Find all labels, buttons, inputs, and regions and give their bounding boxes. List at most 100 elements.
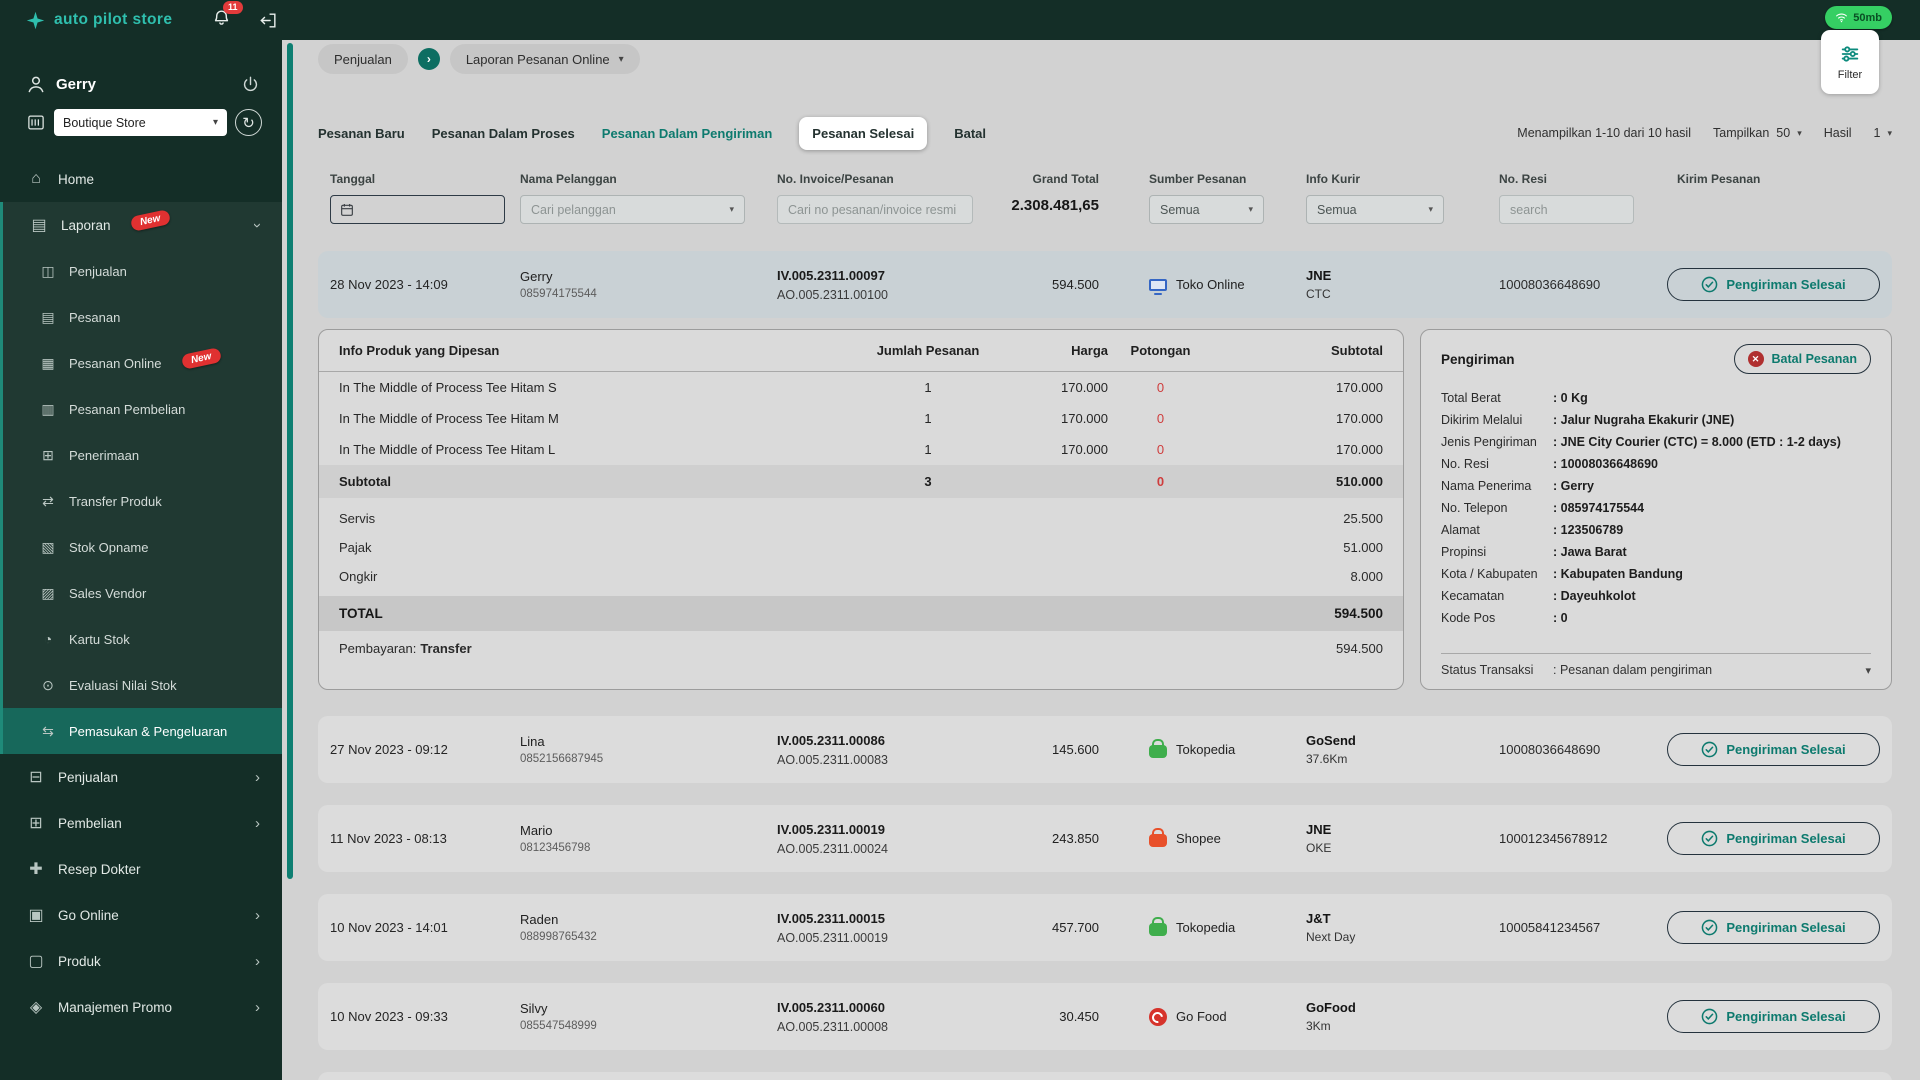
invoice-search-input[interactable] bbox=[777, 195, 973, 224]
tabs: Pesanan Baru Pesanan Dalam Proses Pesana… bbox=[318, 117, 986, 150]
pengiriman-selesai-button[interactable]: Pengiriman Selesai bbox=[1667, 268, 1880, 301]
filter-row: Tanggal Nama Pelanggan Cari pelanggan ▾ … bbox=[318, 171, 1892, 224]
tab[interactable]: Pesanan Dalam Pengiriman bbox=[602, 126, 773, 141]
stock-value-report-icon: ⊙ bbox=[39, 677, 57, 694]
products-title: Info Produk yang Dipesan bbox=[339, 343, 868, 358]
total-row: TOTAL 594.500 bbox=[319, 596, 1403, 631]
status-value: Pesanan dalam pengiriman bbox=[1553, 663, 1712, 677]
gofood-icon bbox=[1149, 1008, 1167, 1026]
chevron-down-icon: › bbox=[250, 223, 265, 228]
notification-badge: 11 bbox=[223, 1, 243, 14]
tracking-number: 10005841234567 bbox=[1455, 920, 1655, 935]
sidebar-subitem[interactable]: ▥ Pesanan Pembelian bbox=[3, 386, 282, 432]
shipping-field: Kota / Kabupaten Kabupaten Bandung bbox=[1441, 563, 1871, 585]
pengiriman-selesai-label: Pengiriman Selesai bbox=[1726, 1009, 1845, 1024]
shipping-field-value: 0 Kg bbox=[1553, 387, 1588, 409]
shipping-field: Kecamatan Dayeuhkolot bbox=[1441, 585, 1871, 607]
store-selector[interactable]: Boutique Store ▾ bbox=[54, 109, 227, 136]
sidebar-subitem[interactable]: ▤ Pesanan bbox=[3, 294, 282, 340]
order-row-selected[interactable]: 28 Nov 2023 - 14:09 Gerry 085974175544 I… bbox=[318, 251, 1892, 318]
sidebar-item-home[interactable]: ⌂ Home bbox=[0, 156, 282, 202]
status-transaksi-select[interactable]: Status Transaksi Pesanan dalam pengirima… bbox=[1441, 654, 1871, 677]
tab[interactable]: Pesanan Dalam Proses bbox=[432, 126, 575, 141]
logout-power-button[interactable] bbox=[241, 75, 260, 94]
courier-select[interactable]: Semua ▾ bbox=[1306, 195, 1444, 224]
tab[interactable]: Pesanan Baru bbox=[318, 126, 405, 141]
resi-search-input[interactable] bbox=[1499, 195, 1634, 224]
sidebar-item[interactable]: ▢ Produk › bbox=[0, 938, 282, 984]
produk-icon: ▢ bbox=[26, 951, 46, 971]
pengiriman-selesai-button[interactable]: Pengiriman Selesai bbox=[1667, 911, 1880, 944]
stock-card-report-icon: ◔ bbox=[39, 631, 57, 647]
sidebar-item[interactable]: ▣ Go Online › bbox=[0, 892, 282, 938]
source-select[interactable]: Semua ▾ bbox=[1149, 195, 1264, 224]
pengiriman-selesai-button[interactable]: Pengiriman Selesai bbox=[1667, 733, 1880, 766]
tab[interactable]: Batal bbox=[954, 126, 986, 141]
new-badge: New bbox=[129, 209, 170, 232]
fee-row: Pajak 51.000 bbox=[319, 533, 1403, 562]
sidebar-subitem[interactable]: ⇆ Pemasukan & Pengeluaran bbox=[3, 708, 282, 754]
courier-name: JNE bbox=[1306, 268, 1455, 283]
breadcrumb-penjualan[interactable]: Penjualan bbox=[318, 44, 408, 74]
order-row[interactable]: 10 Nov 2023 - 09:33 Silvy 085547548999 I… bbox=[318, 983, 1892, 1050]
chevron-down-icon: ▾ bbox=[1887, 128, 1892, 139]
payment-label: Pembayaran: bbox=[339, 641, 416, 656]
breadcrumb-laporan-pesanan-online[interactable]: Laporan Pesanan Online ▾ bbox=[450, 44, 640, 74]
products-table-header: Info Produk yang Dipesan Jumlah Pesanan … bbox=[319, 330, 1403, 372]
sidebar-subitem[interactable]: ⊞ Penerimaan bbox=[3, 432, 282, 478]
order-row[interactable]: 27 Nov 2023 - 09:12 Lina 0852156687945 I… bbox=[318, 716, 1892, 783]
filter-button[interactable]: Filter bbox=[1821, 30, 1879, 94]
sidebar-item[interactable]: ◈ Manajemen Promo › bbox=[0, 984, 282, 1030]
tab[interactable]: Pesanan Selesai bbox=[799, 117, 927, 150]
shipping-field-label: Kode Pos bbox=[1441, 607, 1553, 629]
sidebar-item[interactable]: ✚ Resep Dokter bbox=[0, 846, 282, 892]
pengiriman-selesai-button[interactable]: Pengiriman Selesai bbox=[1667, 1000, 1880, 1033]
sidebar-subitem[interactable]: ▦ Pesanan Online New bbox=[3, 340, 282, 386]
order-row[interactable]: 11 Nov 2023 - 08:13 Mario 08123456798 IV… bbox=[318, 805, 1892, 872]
sidebar-item[interactable]: ⊞ Pembelian › bbox=[0, 800, 282, 846]
courier-service: 37.6Km bbox=[1306, 752, 1455, 766]
fee-value: 8.000 bbox=[1213, 569, 1383, 584]
shipping-field-value: Kabupaten Bandung bbox=[1553, 563, 1683, 585]
sidebar-subitem[interactable]: ▧ Stok Opname bbox=[3, 524, 282, 570]
results-bar: Menampilkan 1-10 dari 10 hasil Tampilkan… bbox=[1517, 126, 1892, 140]
sidebar-subitem[interactable]: ▨ Sales Vendor bbox=[3, 570, 282, 616]
shipping-title: Pengiriman bbox=[1441, 352, 1515, 367]
fee-row: Servis 25.500 bbox=[319, 504, 1403, 533]
sidebar-item-laporan[interactable]: ▤ Laporan New › bbox=[3, 202, 282, 248]
order-date: 28 Nov 2023 - 14:09 bbox=[330, 277, 520, 292]
product-name: In The Middle of Process Tee Hitam M bbox=[339, 411, 868, 426]
shipping-fields: Total Berat 0 Kg Dikirim Melalui Jalur N… bbox=[1441, 387, 1871, 629]
sidebar-subitem[interactable]: ⊙ Evaluasi Nilai Stok bbox=[3, 662, 282, 708]
shopee-icon bbox=[1149, 834, 1167, 847]
sidebar-item-label: Resep Dokter bbox=[58, 862, 141, 877]
receiving-report-icon: ⊞ bbox=[39, 447, 57, 464]
user-name: Gerry bbox=[56, 76, 96, 93]
date-input[interactable] bbox=[330, 195, 505, 224]
logout-icon[interactable] bbox=[259, 11, 278, 30]
sidebar-subitem-label: Pesanan bbox=[69, 310, 120, 325]
connection-badge-label: 50mb bbox=[1853, 12, 1882, 24]
sidebar-subitem[interactable]: ◔ Kartu Stok bbox=[3, 616, 282, 662]
batal-pesanan-button[interactable]: ✕ Batal Pesanan bbox=[1734, 344, 1871, 374]
per-page-select[interactable]: Tampilkan 50 ▾ bbox=[1713, 126, 1802, 140]
shipping-field: No. Resi 10008036648690 bbox=[1441, 453, 1871, 475]
scrollbar-thumb[interactable] bbox=[287, 43, 293, 879]
power-icon bbox=[241, 75, 260, 94]
customer-select[interactable]: Cari pelanggan ▾ bbox=[520, 195, 745, 224]
pengiriman-selesai-button[interactable]: Pengiriman Selesai bbox=[1667, 822, 1880, 855]
sidebar-subitem[interactable]: ◫ Penjualan bbox=[3, 248, 282, 294]
sidebar-subitem[interactable]: ⇄ Transfer Produk bbox=[3, 478, 282, 524]
order-row[interactable]: 10 Nov 2023 - 14:01 Raden 088998765432 I… bbox=[318, 894, 1892, 961]
page-select[interactable]: 1 ▾ bbox=[1874, 126, 1892, 140]
refresh-button[interactable]: ↻ bbox=[235, 109, 262, 136]
notifications-button[interactable]: 11 bbox=[212, 8, 231, 32]
cancel-x-icon: ✕ bbox=[1748, 351, 1764, 367]
courier-service: OKE bbox=[1306, 841, 1455, 855]
status-label: Status Transaksi bbox=[1441, 663, 1553, 677]
brand[interactable]: auto pilot store bbox=[26, 11, 172, 30]
shipping-field-label: Dikirim Melalui bbox=[1441, 409, 1553, 431]
check-circle-icon bbox=[1701, 276, 1718, 293]
sidebar-item[interactable]: ⊟ Penjualan › bbox=[0, 754, 282, 800]
orders-list: 27 Nov 2023 - 09:12 Lina 0852156687945 I… bbox=[318, 716, 1892, 1050]
